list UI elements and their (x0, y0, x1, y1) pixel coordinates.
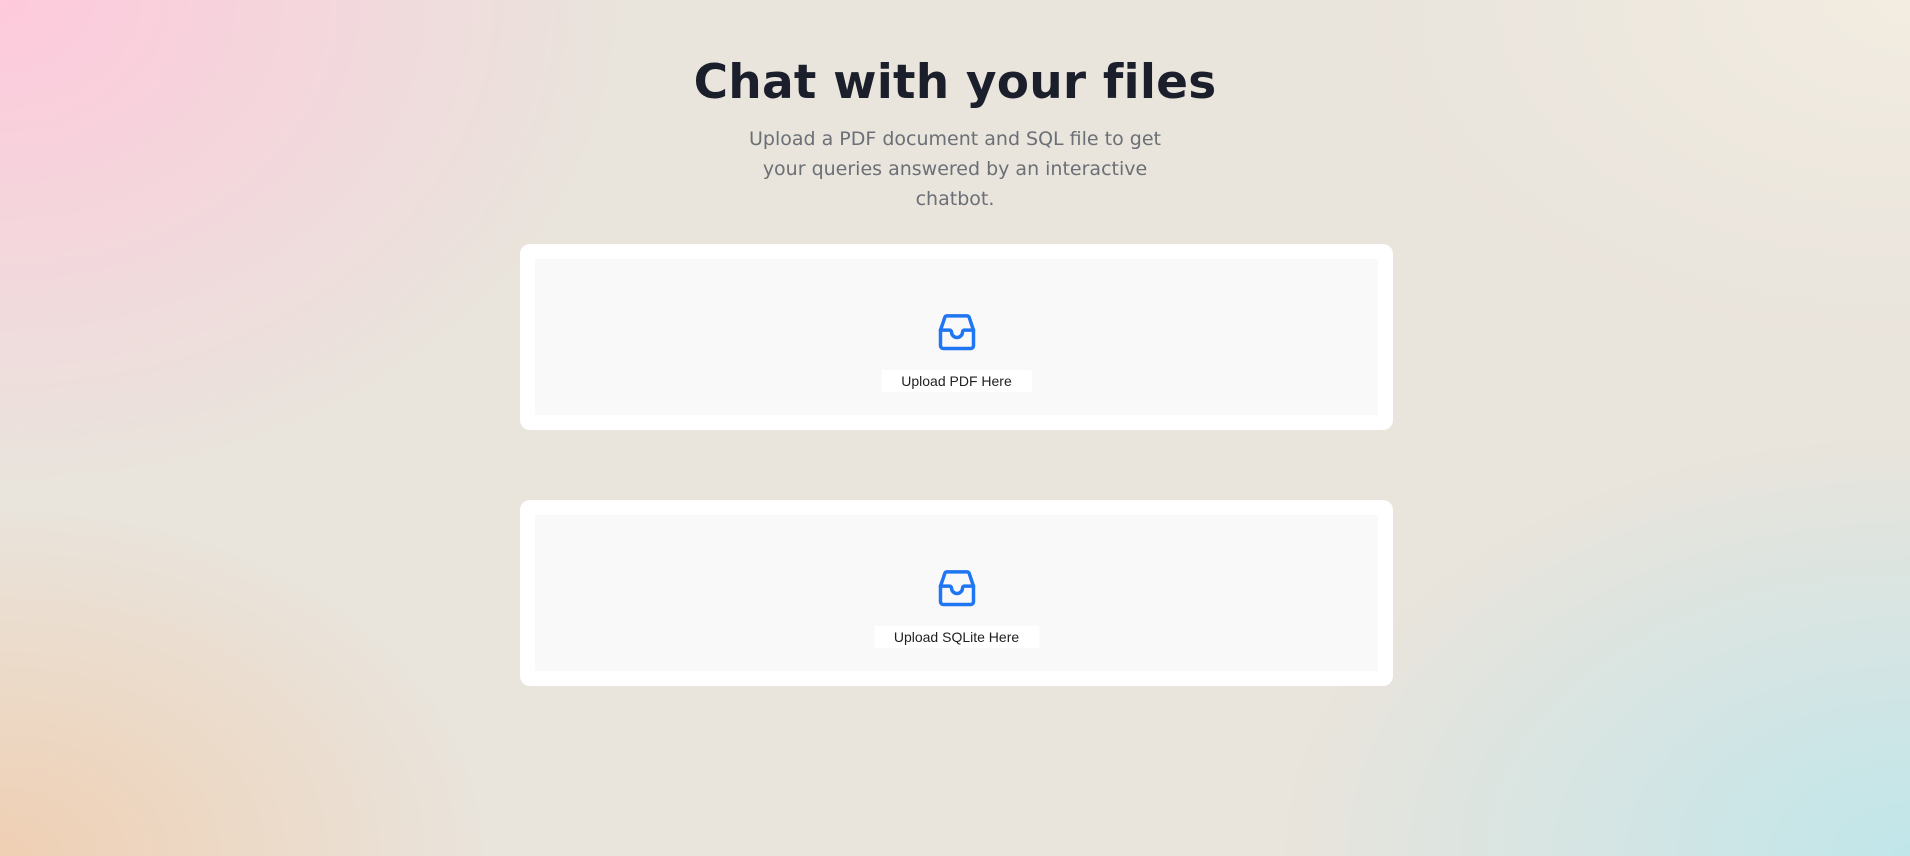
page-title: Chat with your files (693, 55, 1217, 110)
hero: Chat with your files Upload a PDF docume… (0, 56, 1910, 214)
upload-pdf-button[interactable]: Upload PDF Here (881, 370, 1032, 392)
inbox-icon (938, 314, 975, 351)
page-subtitle: Upload a PDF document and SQL file to ge… (749, 128, 1161, 210)
sqlite-upload-card: Upload SQLite Here (520, 500, 1393, 686)
inbox-icon (938, 570, 975, 607)
upload-sqlite-button[interactable]: Upload SQLite Here (873, 626, 1040, 648)
pdf-upload-card: Upload PDF Here (520, 244, 1393, 430)
pdf-dropzone[interactable]: Upload PDF Here (535, 259, 1378, 415)
sqlite-dropzone[interactable]: Upload SQLite Here (535, 515, 1378, 671)
